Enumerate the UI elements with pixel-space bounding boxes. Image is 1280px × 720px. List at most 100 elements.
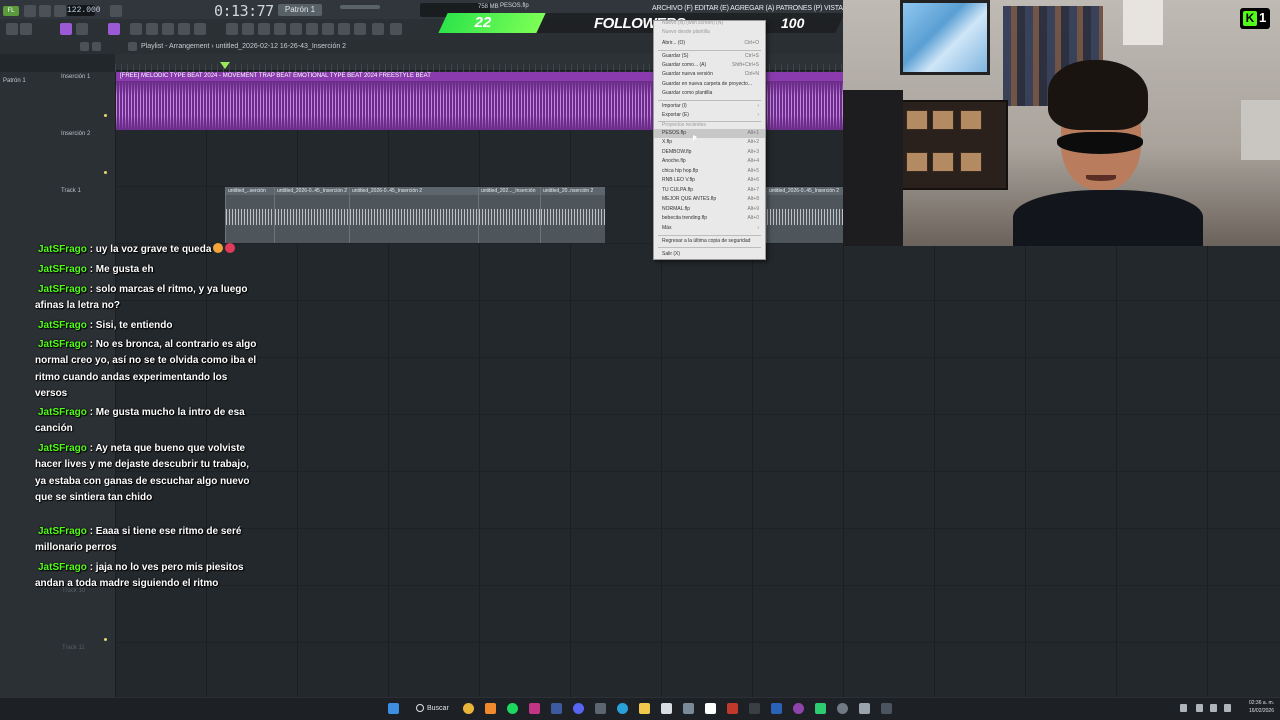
- master-volume-slider[interactable]: [340, 5, 380, 9]
- instagram-icon[interactable]: [529, 703, 540, 714]
- playback-icon[interactable]: [354, 23, 366, 35]
- slip-icon[interactable]: [290, 23, 302, 35]
- app-icon[interactable]: [837, 703, 848, 714]
- zoom-icon[interactable]: [338, 23, 350, 35]
- capcut-icon[interactable]: [705, 703, 716, 714]
- menu-item-save-new-version[interactable]: Guardar nueva versión Ctrl+N: [654, 70, 765, 79]
- paint-icon[interactable]: [242, 23, 254, 35]
- menu-item-save-template[interactable]: Guardar como plantilla: [654, 89, 765, 98]
- arrow-right-icon[interactable]: [92, 42, 101, 51]
- menu-item-open[interactable]: Abrir... (O) Ctrl+O: [654, 39, 765, 48]
- menu-item-recent[interactable]: NORMAL.flp Alt+9: [654, 205, 765, 214]
- menu-item-recent[interactable]: bebecita trending.flp Alt+0: [654, 214, 765, 223]
- microphone-icon[interactable]: [1196, 704, 1203, 712]
- followers-goal: 100: [781, 15, 805, 31]
- app-icon[interactable]: [749, 703, 760, 714]
- menu-item-recent[interactable]: X.flp Alt+2: [654, 138, 765, 147]
- stop-icon[interactable]: [39, 5, 51, 17]
- menu-item-export[interactable]: Exportar (E) ›: [654, 111, 765, 120]
- menu-item-save-as[interactable]: Guardar como... (A) Shift+Ctrl+S: [654, 61, 765, 70]
- piano-roll-icon[interactable]: [162, 23, 174, 35]
- track-header-insercion-1[interactable]: Inserción 1: [61, 74, 115, 80]
- snap-icon[interactable]: [60, 23, 72, 35]
- windows-start-icon[interactable]: [388, 703, 399, 714]
- chrome-icon[interactable]: [463, 703, 474, 714]
- discord-icon[interactable]: [573, 703, 584, 714]
- track-header-ghost[interactable]: Track 11: [62, 645, 85, 651]
- menu-item[interactable]: Nuevo (N) (with screen) (N): [654, 19, 765, 28]
- song-mode-icon[interactable]: [108, 23, 120, 35]
- edge-icon[interactable]: [617, 703, 628, 714]
- track-mute-led[interactable]: [104, 114, 107, 117]
- menu-item-recent[interactable]: MEJOR QUE ANTES.flp Alt+8: [654, 195, 765, 204]
- track-mute-led[interactable]: [104, 171, 107, 174]
- track-header-insercion-2[interactable]: Inserción 2: [61, 131, 115, 137]
- record-icon[interactable]: [54, 5, 66, 17]
- cut-icon[interactable]: [20, 23, 32, 35]
- xbox-icon[interactable]: [815, 703, 826, 714]
- undo-icon[interactable]: [6, 23, 18, 35]
- app-icon[interactable]: [683, 703, 694, 714]
- playlist-menu-icon[interactable]: [128, 42, 137, 51]
- volume-icon[interactable]: [1224, 704, 1231, 712]
- settings-icon[interactable]: [859, 703, 870, 714]
- menu-item-more[interactable]: Más ›: [654, 224, 765, 233]
- spotify-icon[interactable]: [507, 703, 518, 714]
- app-icon[interactable]: [595, 703, 606, 714]
- audio-clip-vocal[interactable]: untitled_20..nserción 2: [540, 187, 605, 243]
- menu-item-save[interactable]: Guardar (S) Ctrl+S: [654, 52, 765, 61]
- plugin-picker-icon[interactable]: [194, 23, 206, 35]
- help-icon[interactable]: [372, 23, 384, 35]
- mixer-icon[interactable]: [130, 23, 142, 35]
- fl-logo-icon[interactable]: FL: [3, 6, 19, 16]
- track-header-track-1[interactable]: Track 1: [61, 188, 115, 194]
- playlist-icon[interactable]: [226, 23, 238, 35]
- app-icon[interactable]: [727, 703, 738, 714]
- playlist-grid-extended[interactable]: [843, 246, 1280, 700]
- pattern-mode-icon[interactable]: [76, 23, 88, 35]
- menu-item-revert-backup[interactable]: Regresar a la última copia de seguridad: [654, 237, 765, 246]
- pattern-selector[interactable]: Patrón 1: [278, 4, 322, 16]
- audio-clip-vocal[interactable]: untitled_..serción: [225, 187, 274, 243]
- menu-item-recent[interactable]: PESOS.flp Alt+1: [654, 129, 765, 138]
- menu-item-recent[interactable]: Anoche.flp Alt+4: [654, 157, 765, 166]
- menu-item-recent[interactable]: TU CULPA.flp Alt+7: [654, 186, 765, 195]
- play-icon[interactable]: [24, 5, 36, 17]
- menu-item-exit[interactable]: Salir (X): [654, 250, 765, 259]
- tempo-display[interactable]: 122.000: [67, 5, 101, 16]
- store-icon[interactable]: [661, 703, 672, 714]
- taskbar-clock[interactable]: 02:36 a. m. 16/02/2026: [1238, 699, 1274, 715]
- menu-item[interactable]: Nuevo desde plantilla: [654, 28, 765, 37]
- playhead-marker[interactable]: [220, 62, 230, 69]
- file-explorer-icon[interactable]: [639, 703, 650, 714]
- audio-clip-vocal[interactable]: untitled_2026-0..45_Inserción 2: [349, 187, 478, 243]
- settings-icon[interactable]: [390, 23, 402, 35]
- track-mute-led[interactable]: [104, 638, 107, 641]
- steam-icon[interactable]: [551, 703, 562, 714]
- delete-icon[interactable]: [258, 23, 270, 35]
- select-icon[interactable]: [322, 23, 334, 35]
- search-icon[interactable]: [416, 704, 424, 712]
- menu-item-recent[interactable]: RNB LEO V.flp Alt+6: [654, 176, 765, 185]
- menu-item-save-folder[interactable]: Guardar en nueva carpeta de proyecto...: [654, 80, 765, 89]
- slice-icon[interactable]: [306, 23, 318, 35]
- taskbar-search[interactable]: Buscar: [424, 702, 468, 715]
- obs-icon[interactable]: [793, 703, 804, 714]
- network-icon[interactable]: [1210, 704, 1217, 712]
- audio-clip-vocal[interactable]: untitled_2026-0..45_Inserción 2: [766, 187, 843, 243]
- fl-studio-icon[interactable]: [485, 703, 496, 714]
- chevron-up-icon[interactable]: [1180, 704, 1187, 712]
- photoshop-icon[interactable]: [771, 703, 782, 714]
- menu-item-import[interactable]: Importar (I) ›: [654, 102, 765, 111]
- audio-clip-vocal[interactable]: untitled_2026-0..45_Inserción 2: [274, 187, 349, 243]
- metronome-icon[interactable]: [110, 5, 122, 17]
- browser-icon[interactable]: [178, 23, 190, 35]
- arrow-left-icon[interactable]: [80, 42, 89, 51]
- menu-item-recent[interactable]: DEMBOW.flp Alt+3: [654, 148, 765, 157]
- menu-item-recent[interactable]: chica hip hop.flp Alt+5: [654, 167, 765, 176]
- app-icon[interactable]: [881, 703, 892, 714]
- pattern-picker[interactable]: Patrón 1: [3, 78, 26, 84]
- channel-rack-icon[interactable]: [146, 23, 158, 35]
- mute-icon[interactable]: [274, 23, 286, 35]
- audio-clip-vocal[interactable]: untitled_202..._Inserción: [478, 187, 540, 243]
